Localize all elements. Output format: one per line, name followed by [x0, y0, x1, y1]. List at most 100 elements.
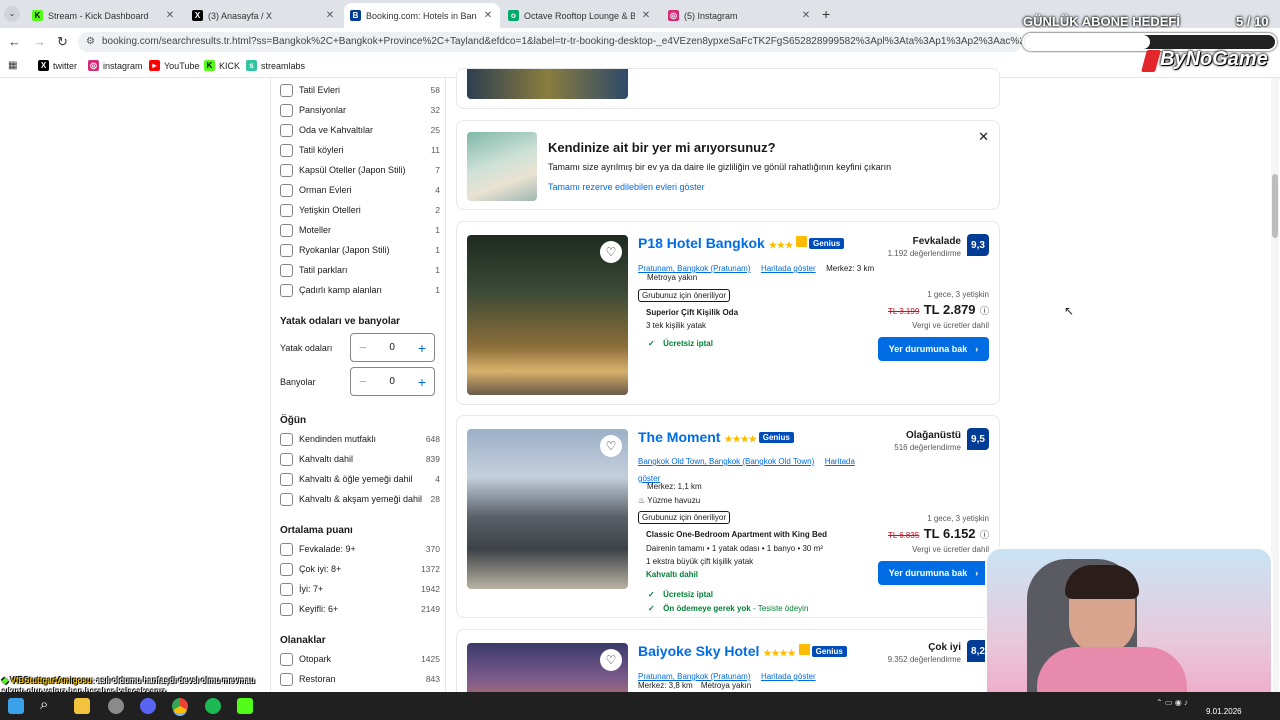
facility-filter[interactable]: Otopark 1425 [280, 651, 440, 667]
promo-link[interactable]: Tamamı rezerve edilebilen evleri göster [548, 182, 705, 192]
checkbox[interactable] [280, 602, 293, 616]
meal-filter[interactable]: Kahvaltı & akşam yemeği dahil 28 [280, 491, 440, 507]
rating-filter[interactable]: Çok iyi: 8+ 1372 [280, 561, 440, 577]
location-link[interactable]: Pratunam, Bangkok (Pratunam) [638, 672, 751, 681]
check-availability-button[interactable]: Yer durumuna bak › [878, 561, 989, 585]
property-type-filter[interactable]: Oda ve Kahvaltılar 25 [280, 122, 440, 138]
tab-booking[interactable]: B Booking.com: Hotels in Bangkok ✕ [344, 3, 500, 28]
location-link[interactable]: Pratunam, Bangkok (Pratunam) [638, 264, 751, 273]
rating-filter[interactable]: İyi: 7+ 1942 [280, 581, 440, 597]
hotel-name[interactable]: The Moment [638, 429, 720, 445]
reload-icon[interactable]: ↻ [57, 34, 68, 50]
windows-start-icon[interactable] [8, 698, 24, 714]
minus-icon[interactable]: − [359, 340, 367, 355]
address-bar[interactable]: ⚙ booking.com/searchresults.tr.html?ss=B… [78, 32, 1022, 52]
meal-filter[interactable]: Kendinden mutfaklı 648 [280, 431, 440, 447]
property-type-filter[interactable]: Çadırlı kamp alanları 1 [280, 282, 440, 298]
property-type-filter[interactable]: Tatil köyleri 11 [280, 142, 440, 158]
location-link[interactable]: Bangkok Old Town, Bangkok (Bangkok Old T… [638, 457, 814, 466]
scrollbar-thumb[interactable] [1272, 174, 1278, 238]
bookmark-kick[interactable]: K KICK [204, 60, 240, 71]
property-type-filter[interactable]: Pansiyonlar 32 [280, 102, 440, 118]
close-icon[interactable]: ✕ [482, 10, 494, 21]
property-type-filter[interactable]: Orman Evleri 4 [280, 182, 440, 198]
checkbox[interactable] [280, 83, 293, 97]
plus-icon[interactable]: + [418, 374, 426, 390]
close-icon[interactable]: ✕ [164, 10, 176, 21]
bookmark-instagram[interactable]: ◎ instagram [88, 60, 143, 71]
checkbox[interactable] [280, 432, 293, 446]
checkbox[interactable] [280, 143, 293, 157]
discord-icon[interactable] [140, 698, 156, 714]
rating-filter[interactable]: Fevkalade: 9+ 370 [280, 541, 440, 557]
hotel-photo[interactable]: ♡ [467, 429, 628, 589]
property-type-filter[interactable]: Ryokanlar (Japon Stili) 1 [280, 242, 440, 258]
info-icon[interactable]: ⓘ [980, 530, 989, 540]
checkbox[interactable] [280, 582, 293, 596]
meal-filter[interactable]: Kahvaltı & öğle yemeği dahil 4 [280, 471, 440, 487]
file-explorer-icon[interactable] [74, 698, 90, 714]
checkbox[interactable] [280, 542, 293, 556]
checkbox[interactable] [280, 183, 293, 197]
hotel-photo[interactable]: ♡ [467, 235, 628, 395]
checkbox[interactable] [280, 472, 293, 486]
hotel-photo[interactable] [467, 69, 628, 99]
map-link[interactable]: Haritada göster [761, 264, 816, 273]
review-score[interactable]: 9,5 [967, 428, 989, 450]
checkbox[interactable] [280, 452, 293, 466]
checkbox[interactable] [280, 492, 293, 506]
checkbox[interactable] [280, 203, 293, 217]
hotel-name[interactable]: P18 Hotel Bangkok [638, 235, 765, 251]
check-availability-button[interactable]: Yer durumuna bak › [878, 337, 989, 361]
property-type-filter[interactable]: Tatil Evleri 58 [280, 82, 440, 98]
hotel-name[interactable]: Baiyoke Sky Hotel [638, 643, 759, 659]
close-icon[interactable]: ✕ [324, 10, 336, 21]
forward-icon[interactable]: → [33, 34, 46, 49]
back-icon[interactable]: ← [8, 34, 21, 49]
tab-search-button[interactable]: ⌄ [4, 6, 20, 22]
meal-filter[interactable]: Kahvaltı dahil 839 [280, 451, 440, 467]
close-icon[interactable]: ✕ [640, 10, 652, 21]
tab-octave[interactable]: o Octave Rooftop Lounge & Bar ✕ [502, 3, 658, 28]
facility-filter[interactable]: Restoran 843 [280, 671, 440, 687]
app-icon[interactable] [108, 698, 124, 714]
site-info-icon[interactable]: ⚙ [86, 32, 95, 52]
checkbox[interactable] [280, 223, 293, 237]
checkbox[interactable] [280, 103, 293, 117]
checkbox[interactable] [280, 672, 293, 686]
review-score[interactable]: 9,3 [967, 234, 989, 256]
kick-app-icon[interactable] [237, 698, 253, 714]
plus-icon[interactable]: + [418, 340, 426, 356]
rating-filter[interactable]: Keyifli: 6+ 2149 [280, 601, 440, 617]
checkbox[interactable] [280, 243, 293, 257]
property-type-filter[interactable]: Tatil parkları 1 [280, 262, 440, 278]
map-link[interactable]: Haritada göster [761, 672, 816, 681]
apps-icon[interactable]: ▦ [8, 60, 17, 71]
bookmark-twitter[interactable]: X twitter [38, 60, 77, 71]
minus-icon[interactable]: − [359, 374, 367, 389]
heart-icon[interactable]: ♡ [600, 435, 622, 457]
checkbox[interactable] [280, 562, 293, 576]
property-type-filter[interactable]: Kapsül Oteller (Japon Stili) 7 [280, 162, 440, 178]
close-icon[interactable]: ✕ [800, 10, 812, 21]
info-icon[interactable]: ⓘ [980, 306, 989, 316]
chrome-icon[interactable] [172, 698, 188, 714]
property-type-filter[interactable]: Yetişkin Otelleri 2 [280, 202, 440, 218]
heart-icon[interactable]: ♡ [600, 241, 622, 263]
bookmark-youtube[interactable]: ▸ YouTube [149, 60, 199, 71]
checkbox[interactable] [280, 652, 293, 666]
close-icon[interactable]: ✕ [978, 129, 989, 145]
spotify-icon[interactable] [205, 698, 221, 714]
heart-icon[interactable]: ♡ [600, 649, 622, 671]
bookmark-streamlabs[interactable]: s streamlabs [246, 60, 305, 71]
checkbox[interactable] [280, 123, 293, 137]
new-tab-button[interactable]: + [822, 6, 830, 22]
search-icon[interactable]: ⌕ [40, 696, 48, 713]
tab-x[interactable]: X (3) Anasayfa / X ✕ [186, 3, 342, 28]
tab-kick-dashboard[interactable]: K Stream - Kick Dashboard ✕ [26, 3, 182, 28]
checkbox[interactable] [280, 283, 293, 297]
property-type-filter[interactable]: Moteller 1 [280, 222, 440, 238]
checkbox[interactable] [280, 263, 293, 277]
tab-instagram[interactable]: ◎ (5) Instagram ✕ [662, 3, 818, 28]
checkbox[interactable] [280, 163, 293, 177]
